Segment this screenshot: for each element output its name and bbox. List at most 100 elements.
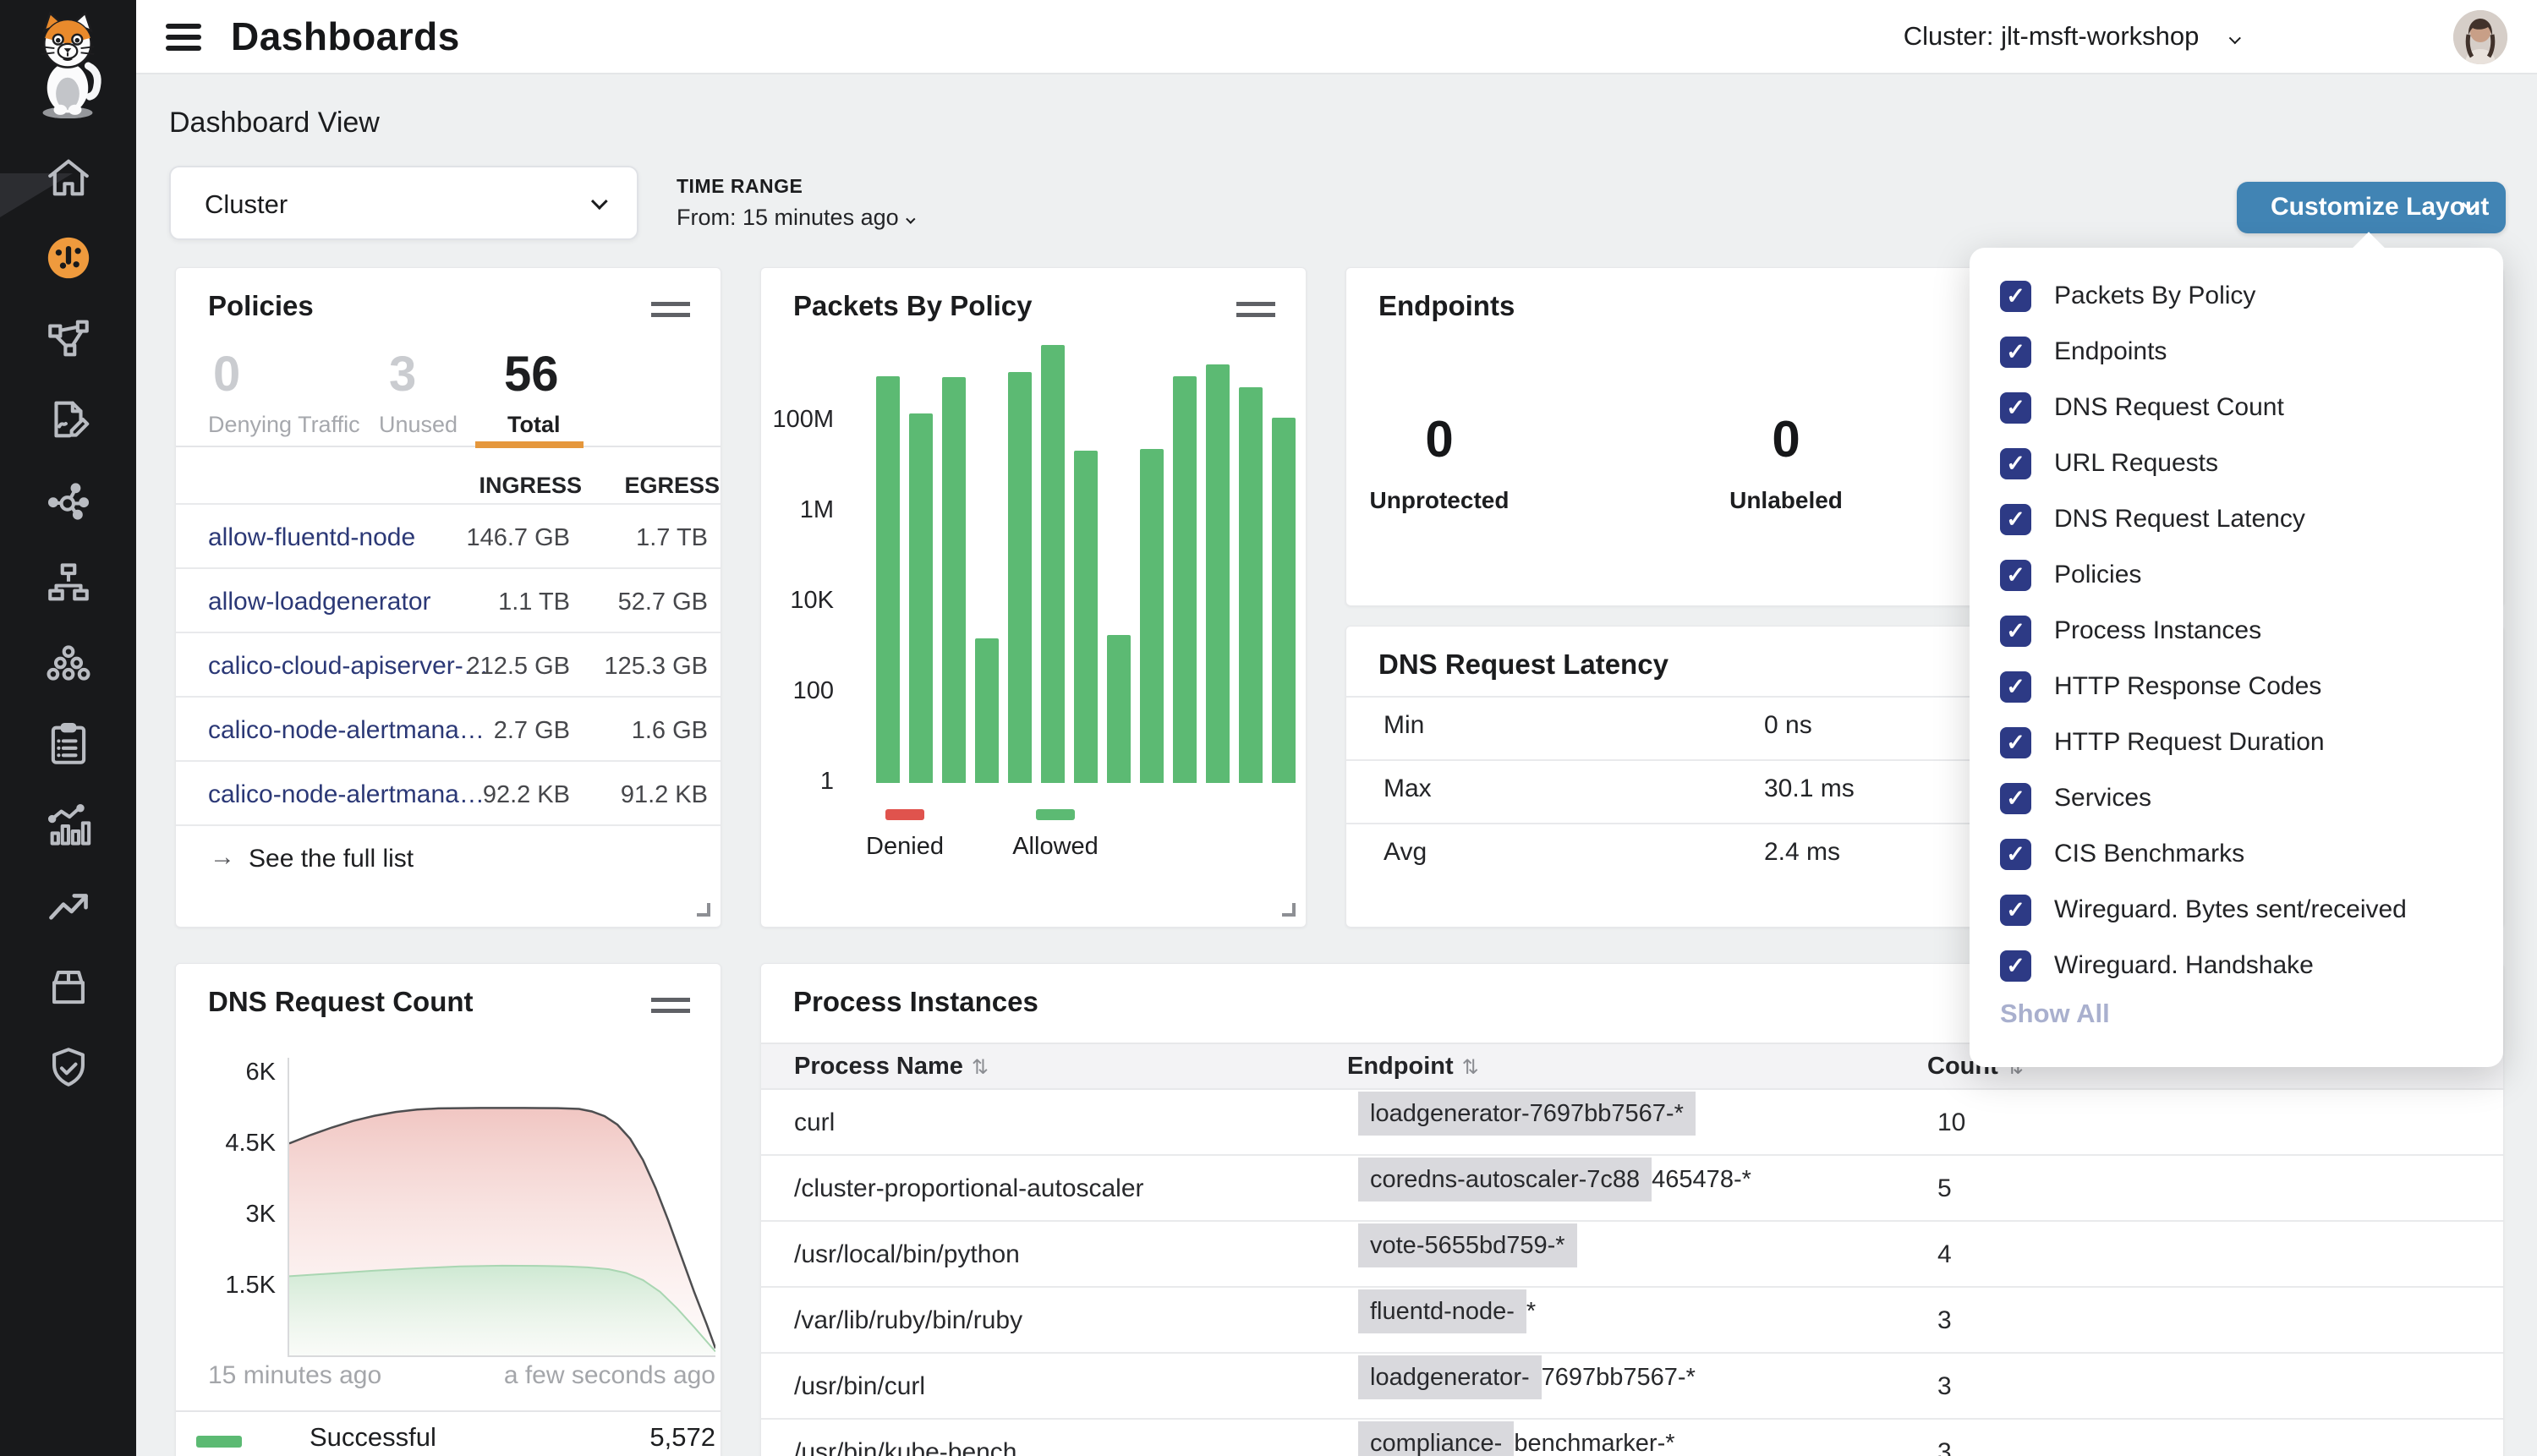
customize-menu-item[interactable]: ✓Endpoints: [2000, 336, 2407, 368]
endpoint-highlighted-text: fluentd-node-: [1358, 1289, 1526, 1333]
policy-name-link[interactable]: allow-fluentd-node: [208, 523, 415, 552]
dnscount-card-title: DNS Request Count: [208, 986, 474, 1018]
customize-menu-item[interactable]: ✓Packets By Policy: [2000, 280, 2407, 312]
drag-handle-icon[interactable]: [651, 302, 690, 317]
home-icon: [44, 153, 93, 202]
dropdown-notch: [2352, 232, 2386, 265]
policy-row: allow-fluentd-node146.7 GB1.7 TB: [176, 503, 721, 567]
cluster-switcher-label: Cluster: jlt-msft-workshop: [1904, 21, 2200, 51]
user-avatar[interactable]: [2453, 10, 2507, 64]
process-name: /usr/bin/curl: [794, 1372, 925, 1401]
successful-legend-value: 5,572: [546, 1422, 715, 1453]
customize-menu-item[interactable]: ✓Wireguard. Handshake: [2000, 950, 2407, 982]
checkbox-checked-icon[interactable]: ✓: [2000, 281, 2031, 312]
customize-layout-button[interactable]: Customize Layout: [2237, 182, 2506, 233]
legend-denied[interactable]: Denied: [837, 809, 973, 861]
customize-menu-item-label: DNS Request Latency: [2054, 505, 2305, 534]
sort-icon: ⇅: [1462, 1056, 1479, 1079]
checkbox-checked-icon[interactable]: ✓: [2000, 448, 2031, 479]
y-tick-label: 100: [761, 677, 834, 705]
process-count: 5: [1937, 1174, 1952, 1203]
process-name: /cluster-proportional-autoscaler: [794, 1174, 1144, 1203]
customize-menu-item[interactable]: ✓Services: [2000, 782, 2407, 814]
sidebar-item-workloads[interactable]: [44, 638, 93, 687]
drag-handle-icon[interactable]: [1236, 302, 1275, 317]
customize-menu-item[interactable]: ✓Process Instances: [2000, 615, 2407, 647]
checkbox-checked-icon[interactable]: ✓: [2000, 560, 2031, 591]
policies-footer: → See the full list: [176, 824, 721, 890]
checkbox-checked-icon[interactable]: ✓: [2000, 727, 2031, 758]
dashboard-view-select[interactable]: Cluster: [169, 166, 638, 240]
checkbox-checked-icon[interactable]: ✓: [2000, 783, 2031, 814]
checkbox-checked-icon[interactable]: ✓: [2000, 950, 2031, 982]
customize-menu-item[interactable]: ✓HTTP Request Duration: [2000, 726, 2407, 758]
packets-bar-allowed: [876, 376, 900, 784]
customize-menu-item[interactable]: ✓HTTP Response Codes: [2000, 671, 2407, 703]
app-root: Dashboards Cluster: jlt-msft-workshop Da…: [0, 0, 2537, 1456]
sidebar-item-image-assurance[interactable]: [44, 962, 93, 1011]
checkbox-checked-icon[interactable]: ✓: [2000, 671, 2031, 703]
page-title: Dashboards: [231, 14, 460, 59]
customize-menu-item[interactable]: ✓DNS Request Count: [2000, 391, 2407, 424]
customize-menu-item[interactable]: ✓CIS Benchmarks: [2000, 838, 2407, 870]
package-box-icon: [44, 962, 93, 1011]
col-endpoint[interactable]: Endpoint⇅: [1347, 1053, 1479, 1081]
sidebar-item-home[interactable]: [44, 153, 93, 202]
customize-menu-item[interactable]: ✓Policies: [2000, 559, 2407, 591]
customize-menu-item-label: URL Requests: [2054, 449, 2218, 478]
policy-egress-value: 52.7 GB: [581, 588, 708, 616]
time-range-value[interactable]: From: 15 minutes ago: [677, 205, 912, 231]
legend-allowed[interactable]: Allowed: [988, 809, 1123, 861]
checkbox-checked-icon[interactable]: ✓: [2000, 839, 2031, 870]
endpoint-badge: compliance-benchmarker-*: [1358, 1430, 1675, 1456]
endpoint-highlighted-text: coredns-autoscaler-7c88: [1358, 1158, 1652, 1201]
resize-handle-icon[interactable]: [697, 903, 710, 917]
policies-stat-denying-label[interactable]: Denying Traffic: [208, 412, 360, 438]
customize-menu-item[interactable]: ✓Wireguard. Bytes sent/received: [2000, 894, 2407, 926]
policies-stat-total-label[interactable]: Total: [507, 412, 561, 438]
sidebar-item-statistics[interactable]: [44, 802, 93, 851]
service-graph-icon: [44, 477, 93, 526]
customize-menu-item[interactable]: ✓ DNS Request Latency: [2000, 503, 2407, 535]
packets-bar-chart: [847, 331, 1303, 783]
checkbox-checked-icon[interactable]: ✓: [2000, 392, 2031, 424]
unlabeled-label: Unlabeled: [1693, 487, 1879, 514]
endpoint-highlighted-text: vote-5655bd759-*: [1358, 1223, 1577, 1267]
cluster-switcher[interactable]: Cluster: jlt-msft-workshop: [1904, 21, 2237, 52]
packets-bar-allowed: [1074, 451, 1098, 783]
sidebar-item-threat-trends[interactable]: [44, 882, 93, 931]
customize-menu-item[interactable]: ✓ URL Requests: [2000, 447, 2407, 479]
resize-handle-icon[interactable]: [1282, 903, 1296, 917]
policies-stat-denying-value: 0: [213, 346, 240, 402]
y-tick-label: 10K: [761, 587, 834, 615]
endpoint-rest-text: 7697bb7567-*: [1542, 1355, 1696, 1399]
packets-by-policy-card: Packets By Policy 100M1M10K1001 Denied A…: [760, 267, 1307, 928]
process-row: /usr/local/bin/pythonvote-5655bd759-*4: [761, 1222, 2503, 1288]
sidebar-item-policy-recommendation[interactable]: [44, 395, 93, 444]
show-all-link[interactable]: Show All: [2000, 999, 2110, 1029]
hamburger-menu-icon[interactable]: [166, 24, 201, 51]
sidebar-item-dashboards-active[interactable]: [44, 233, 93, 282]
packets-bar-allowed: [1041, 345, 1065, 783]
checkbox-checked-icon[interactable]: ✓: [2000, 895, 2031, 926]
sidebar-item-network-topology[interactable]: [44, 558, 93, 607]
drag-handle-icon[interactable]: [651, 998, 690, 1013]
see-full-list-link[interactable]: See the full list: [249, 845, 414, 873]
policy-name-link[interactable]: allow-loadgenerator: [208, 588, 431, 616]
endpoint-highlighted-text: loadgenerator-7697bb7567-*: [1358, 1092, 1696, 1136]
latency-max-label: Max: [1384, 775, 1432, 803]
col-process-name[interactable]: Process Name⇅: [794, 1053, 989, 1081]
dns-request-count-card: DNS Request Count 6K4.5K3K1.5K: [175, 963, 721, 1456]
checkbox-checked-icon[interactable]: ✓: [2000, 337, 2031, 368]
policies-stat-unused-label[interactable]: Unused: [379, 412, 458, 438]
sidebar-item-network-policies[interactable]: [44, 314, 93, 363]
sidebar-item-service-graph[interactable]: [44, 477, 93, 526]
process-count: 10: [1937, 1108, 1965, 1137]
policy-ingress-value: 92.2 KB: [443, 781, 570, 809]
sidebar-item-security[interactable]: [44, 1043, 93, 1092]
checkbox-checked-icon[interactable]: ✓: [2000, 504, 2031, 535]
packets-card-title: Packets By Policy: [793, 290, 1033, 322]
document-edit-icon: [44, 395, 93, 444]
sidebar-item-compliance-reports[interactable]: [44, 720, 93, 769]
checkbox-checked-icon[interactable]: ✓: [2000, 616, 2031, 647]
